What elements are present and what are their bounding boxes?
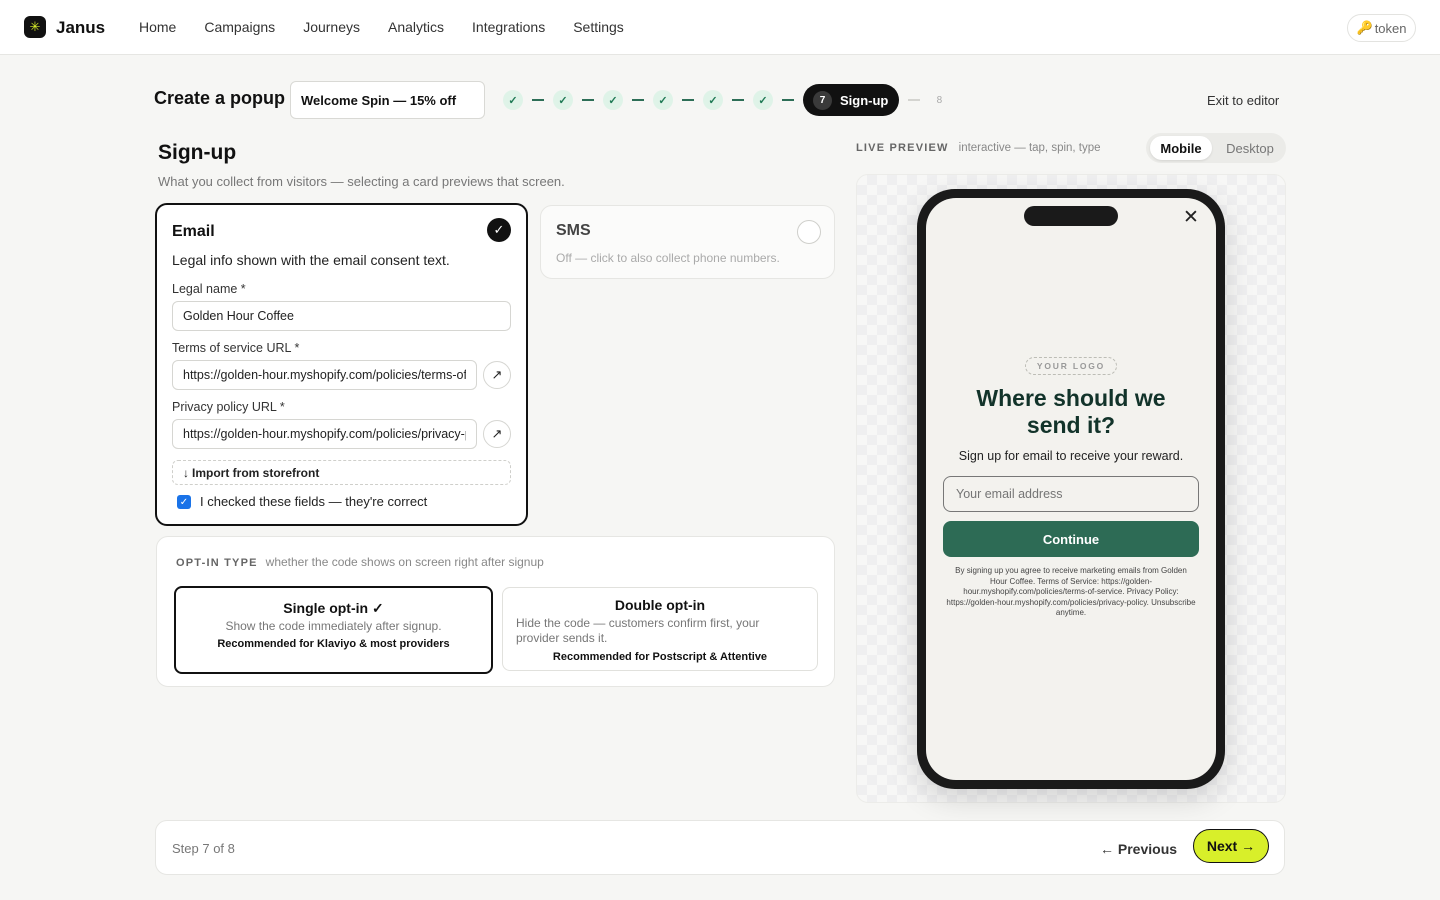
popup-headline: Where should we send it? — [926, 385, 1216, 439]
sms-card-title: SMS — [556, 222, 591, 239]
step-4-done[interactable]: ✓ — [653, 90, 673, 110]
import-label: Import from storefront — [192, 465, 320, 480]
nav-item-settings[interactable]: Settings — [573, 19, 624, 35]
nav-item-home[interactable]: Home — [139, 19, 176, 35]
email-card-description: Legal info shown with the email consent … — [172, 252, 450, 268]
option-description: Hide the code — customers confirm first,… — [516, 616, 760, 645]
option-recommendation: Recommended for Postscript & Attentive — [552, 651, 768, 663]
brand-name[interactable]: Janus — [56, 18, 105, 38]
step-connector — [908, 99, 921, 101]
section-subtitle: What you collect from visitors — selecti… — [158, 174, 565, 189]
optin-hint: whether the code shows on screen right a… — [265, 555, 544, 569]
option-recommendation: Recommended for Klaviyo & most providers — [217, 638, 450, 650]
double-optin-option[interactable]: Double opt-in Hide the code — customers … — [502, 587, 818, 671]
dynamic-island — [1024, 206, 1118, 226]
single-optin-option[interactable]: Single opt-in ✓ Show the code immediatel… — [174, 586, 493, 674]
legal-name-field[interactable] — [172, 301, 511, 331]
step-3-done[interactable]: ✓ — [603, 90, 623, 110]
step-connector — [682, 99, 694, 101]
privacy-url-field[interactable] — [172, 419, 477, 449]
popup-subtext: Sign up for email to receive your reward… — [958, 449, 1184, 463]
nav-item-journeys[interactable]: Journeys — [303, 19, 360, 35]
step-connector — [632, 99, 644, 101]
confirm-checkbox-label[interactable]: I checked these fields — they're correct — [200, 494, 427, 509]
tos-url-field[interactable] — [172, 360, 477, 390]
step-1-done[interactable]: ✓ — [503, 90, 523, 110]
option-description: Show the code immediately after signup. — [225, 619, 442, 633]
nav-item-integrations[interactable]: Integrations — [472, 19, 545, 35]
popup-legal-text: By signing up you agree to receive marke… — [946, 566, 1196, 617]
page-title: Create a popup — [154, 88, 286, 108]
close-icon[interactable]: ✕ — [1183, 206, 1199, 229]
option-title: Single opt-in ✓ — [283, 600, 384, 616]
step-connector — [782, 99, 794, 101]
next-button[interactable]: Next → — [1193, 829, 1269, 863]
step-5-done[interactable]: ✓ — [703, 90, 723, 110]
phone-screen: ✕ YOUR LOGO Where should we send it? Sig… — [926, 198, 1216, 780]
step-indicator: Step 7 of 8 — [172, 841, 235, 856]
step-6-done[interactable]: ✓ — [753, 90, 773, 110]
popup-name-input[interactable] — [290, 81, 485, 119]
preview-header: LIVE PREVIEW interactive — tap, spin, ty… — [856, 142, 1101, 154]
nav-item-analytics[interactable]: Analytics — [388, 19, 444, 35]
optin-type-panel: OPT-IN TYPE whether the code shows on sc… — [156, 536, 835, 687]
mobile-toggle[interactable]: Mobile — [1150, 136, 1212, 160]
option-title: Double opt-in — [614, 597, 706, 613]
step-connector — [732, 99, 744, 101]
open-link-icon[interactable]: ↗ — [483, 361, 511, 389]
preview-heading: LIVE PREVIEW — [856, 142, 949, 154]
popup-headline-text: Where should we send it? — [976, 385, 1166, 438]
optin-header: OPT-IN TYPE whether the code shows on sc… — [176, 555, 544, 569]
token-button[interactable]: 🔑 token — [1347, 14, 1416, 42]
optin-heading: OPT-IN TYPE — [176, 557, 258, 569]
main-nav: Home Campaigns Journeys Analytics Integr… — [139, 19, 624, 35]
logo-placeholder: YOUR LOGO — [1025, 357, 1117, 375]
exit-to-editor-link[interactable]: Exit to editor — [1207, 93, 1279, 108]
sms-card-description: Off — click to also collect phone number… — [556, 251, 780, 265]
popup-email-input[interactable] — [943, 476, 1199, 512]
phone-frame: ✕ YOUR LOGO Where should we send it? Sig… — [917, 189, 1225, 789]
sms-radio[interactable] — [797, 220, 821, 244]
email-card[interactable]: Email ✓ Legal info shown with the email … — [155, 203, 528, 526]
step-current-number: 7 — [813, 90, 832, 110]
legal-name-label: Legal name * — [172, 282, 246, 296]
step-2-done[interactable]: ✓ — [553, 90, 573, 110]
device-toggle: Mobile Desktop — [1146, 133, 1286, 163]
checkmark-icon: ✓ — [487, 218, 511, 242]
arrow-down-icon: ↓ — [183, 465, 189, 480]
top-bar: ✳ Janus Home Campaigns Journeys Analytic… — [0, 0, 1440, 55]
desktop-toggle[interactable]: Desktop — [1218, 136, 1282, 160]
wizard-footer: Step 7 of 8 ← Previous Next → — [155, 820, 1285, 875]
key-icon: 🔑 — [1356, 20, 1373, 35]
open-link-icon[interactable]: ↗ — [483, 420, 511, 448]
import-from-storefront-button[interactable]: ↓ Import from storefront — [172, 460, 511, 485]
confirm-checkbox[interactable]: ✓ — [177, 495, 191, 509]
step-connector — [532, 99, 544, 101]
email-card-title: Email — [172, 223, 215, 240]
step-current[interactable]: 7 Sign-up — [803, 84, 900, 116]
step-connector — [582, 99, 594, 101]
nav-item-campaigns[interactable]: Campaigns — [204, 19, 275, 35]
previous-button[interactable]: ← Previous — [1100, 841, 1177, 857]
sparkle-icon[interactable]: ✳ — [24, 16, 46, 38]
step-8[interactable]: 8 — [929, 95, 949, 106]
step-progress: ✓ ✓ ✓ ✓ ✓ ✓ 7 Sign-up 8 — [503, 84, 949, 116]
section-title: Sign-up — [158, 141, 237, 164]
token-label: token — [1374, 20, 1407, 36]
privacy-label: Privacy policy URL * — [172, 400, 285, 414]
tos-label: Terms of service URL * — [172, 341, 300, 355]
preview-hint: interactive — tap, spin, type — [958, 142, 1101, 154]
sms-card[interactable]: SMS Off — click to also collect phone nu… — [540, 205, 835, 279]
popup-continue-button[interactable]: Continue — [943, 521, 1199, 557]
step-current-label: Sign-up — [840, 92, 889, 108]
